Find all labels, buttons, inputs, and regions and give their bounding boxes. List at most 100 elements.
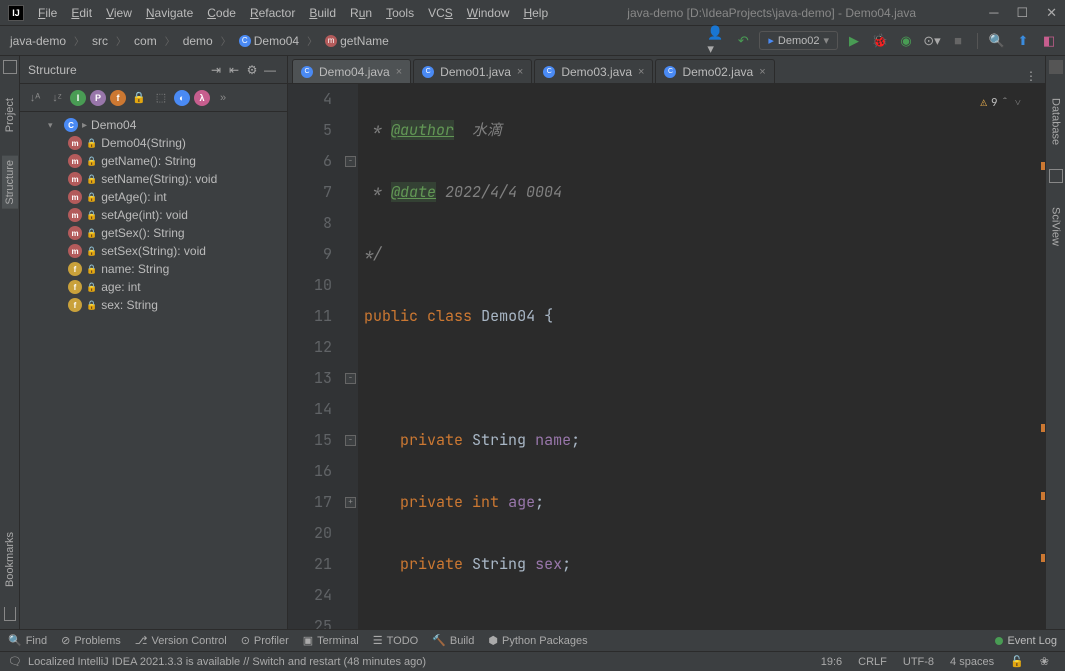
indent[interactable]: 4 spaces (942, 656, 1002, 668)
code-editor[interactable]: 456789101112131415161720212425 − − − + *… (288, 84, 1045, 629)
project-tool-icon[interactable] (3, 60, 17, 74)
fold-icon[interactable]: − (345, 373, 356, 384)
notification-icon[interactable]: 🗨 (8, 655, 22, 668)
ide-status-icon[interactable]: ❀ (1032, 655, 1057, 668)
line-sep[interactable]: CRLF (850, 656, 895, 668)
search-icon[interactable]: 🔍 (987, 31, 1007, 51)
debug-icon[interactable]: 🐞 (870, 31, 890, 51)
eventlog-tool[interactable]: Event Log (995, 635, 1057, 647)
tree-field[interactable]: f🔒sex: String (20, 296, 287, 314)
menu-refactor[interactable]: Refactor (244, 4, 301, 22)
tab-close-icon[interactable]: × (396, 66, 402, 78)
bookmark-icon[interactable] (4, 607, 16, 621)
hide-icon[interactable]: — (261, 63, 279, 77)
ide-services-icon[interactable]: ◧ (1039, 31, 1059, 51)
fold-icon[interactable]: + (345, 497, 356, 508)
filter-inherited-icon[interactable]: ⬚ (152, 89, 170, 107)
tree-field[interactable]: f🔒name: String (20, 260, 287, 278)
terminal-tool[interactable]: ▣ Terminal (303, 634, 359, 647)
cursor-pos[interactable]: 19:6 (813, 656, 850, 668)
more-icon[interactable]: » (214, 89, 232, 107)
fold-icon[interactable]: − (345, 156, 356, 167)
menu-vcs[interactable]: VCS (422, 4, 459, 22)
menu-build[interactable]: Build (303, 4, 342, 22)
run-config-selector[interactable]: ▸Demo02▾ (759, 31, 838, 50)
status-message[interactable]: Localized IntelliJ IDEA 2021.3.3 is avai… (28, 656, 813, 668)
encoding[interactable]: UTF-8 (895, 656, 942, 668)
stop-icon[interactable]: ■ (948, 31, 968, 51)
user-icon[interactable]: 👤▾ (707, 31, 727, 51)
menu-edit[interactable]: Edit (65, 4, 98, 22)
filter-lock-icon[interactable]: 🔒 (130, 89, 148, 107)
fold-icon[interactable]: − (345, 435, 356, 446)
tree-member[interactable]: m🔒setAge(int): void (20, 206, 287, 224)
profiler-tool[interactable]: ⊙ Profiler (241, 634, 289, 647)
tab-demo03[interactable]: CDemo03.java× (534, 59, 653, 83)
tree-member[interactable]: m🔒setName(String): void (20, 170, 287, 188)
crumb-com[interactable]: com (130, 32, 161, 50)
update-icon[interactable]: ⬆ (1013, 31, 1033, 51)
find-tool[interactable]: 🔍 Find (8, 634, 47, 647)
menu-file[interactable]: File (32, 4, 63, 22)
menu-tools[interactable]: Tools (380, 4, 420, 22)
run-icon[interactable]: ▶ (844, 31, 864, 51)
filter-lambda-icon[interactable]: λ (194, 90, 210, 106)
sort-visibility-icon[interactable]: ↓ᶻ (48, 89, 66, 107)
tab-demo02[interactable]: CDemo02.java× (655, 59, 774, 83)
tree-member[interactable]: m🔒getName(): String (20, 152, 287, 170)
menu-help[interactable]: Help (517, 4, 554, 22)
coverage-icon[interactable]: ◉ (896, 31, 916, 51)
structure-tab[interactable]: Structure (2, 156, 18, 209)
sciview-tool-icon[interactable] (1049, 169, 1063, 183)
crumb-demo[interactable]: demo (179, 32, 217, 50)
sort-alpha-icon[interactable]: ↓ᴬ (26, 89, 44, 107)
tab-demo01[interactable]: CDemo01.java× (413, 59, 532, 83)
menu-run[interactable]: Run (344, 4, 378, 22)
menu-view[interactable]: View (100, 4, 138, 22)
undo-arrow-icon[interactable]: ↶ (733, 31, 753, 51)
maximize-icon[interactable]: ☐ (1016, 5, 1028, 21)
minimize-icon[interactable]: ─ (989, 5, 998, 21)
crumb-src[interactable]: src (88, 32, 112, 50)
filter-properties-icon[interactable]: P (90, 90, 106, 106)
expand-icon[interactable]: ⇤ (225, 63, 243, 77)
menu-code[interactable]: Code (201, 4, 242, 22)
crumb-class[interactable]: CDemo04 (235, 32, 303, 50)
tree-member[interactable]: m🔒Demo04(String) (20, 134, 287, 152)
todo-tool[interactable]: ☰ TODO (373, 634, 418, 647)
project-tab[interactable]: Project (2, 94, 18, 136)
build-tool[interactable]: 🔨 Build (432, 634, 474, 647)
tree-member[interactable]: m🔒setSex(String): void (20, 242, 287, 260)
collapse-icon[interactable]: ⇥ (207, 63, 225, 77)
problems-tool[interactable]: ⊘ Problems (61, 634, 121, 647)
filter-public-icon[interactable]: I (70, 90, 86, 106)
bookmarks-tab[interactable]: Bookmarks (2, 528, 18, 591)
menu-window[interactable]: Window (461, 4, 516, 22)
tree-field[interactable]: f🔒age: int (20, 278, 287, 296)
crumb-method[interactable]: mgetName (321, 32, 393, 50)
tabs-more-icon[interactable]: ⋮ (1017, 69, 1045, 83)
code-content[interactable]: * @author 水滴 * @date 2022/4/4 0004 */ pu… (358, 84, 1045, 629)
menu-navigate[interactable]: Navigate (140, 4, 199, 22)
tree-class-node[interactable]: ▾C▸ Demo04 (20, 116, 287, 134)
filter-fields-icon[interactable]: f (110, 90, 126, 106)
tab-close-icon[interactable]: × (759, 66, 765, 78)
vcs-tool[interactable]: ⎇ Version Control (135, 634, 227, 647)
tab-close-icon[interactable]: × (638, 66, 644, 78)
close-icon[interactable]: ✕ (1046, 5, 1057, 21)
sciview-tab[interactable]: SciView (1048, 203, 1064, 250)
database-tab[interactable]: Database (1048, 94, 1064, 149)
python-tool[interactable]: ⬢ Python Packages (488, 634, 587, 647)
readonly-icon[interactable]: 🔓 (1002, 655, 1032, 668)
warnings-badge[interactable]: ⚠9 ˆ ˅ (980, 88, 1021, 119)
tab-demo04[interactable]: CDemo04.java× (292, 59, 411, 83)
settings-icon[interactable]: ⚙ (243, 63, 261, 77)
crumb-project[interactable]: java-demo (6, 32, 70, 50)
navigation-toolbar: java-demo〉 src〉 com〉 demo〉 CDemo04〉 mget… (0, 26, 1065, 56)
filter-anon-icon[interactable]: ◐ (174, 90, 190, 106)
tab-close-icon[interactable]: × (517, 66, 523, 78)
tree-member[interactable]: m🔒getAge(): int (20, 188, 287, 206)
database-tool-icon[interactable] (1049, 60, 1063, 74)
tree-member[interactable]: m🔒getSex(): String (20, 224, 287, 242)
profile-icon[interactable]: ⊙▾ (922, 31, 942, 51)
